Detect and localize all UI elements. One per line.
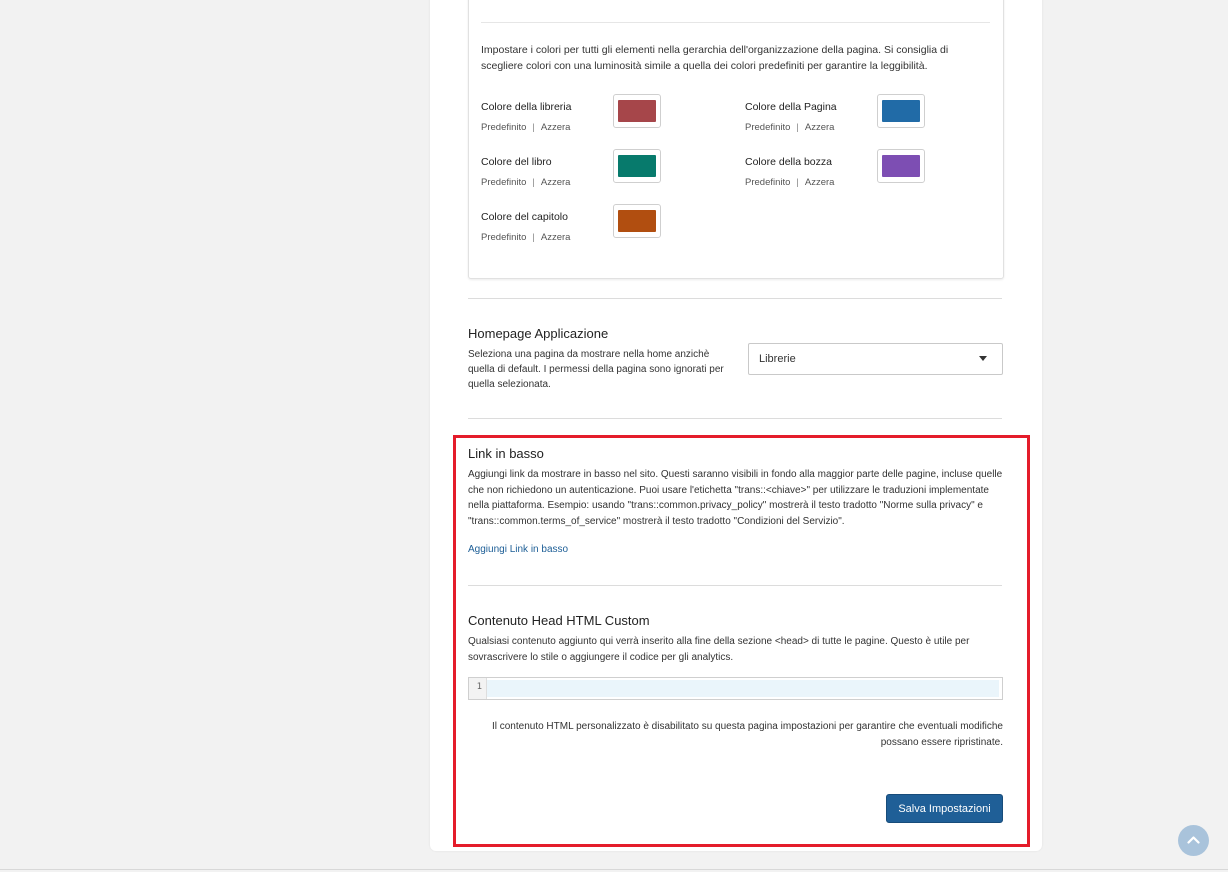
color-swatch [618, 155, 656, 177]
color-label: Colore della Pagina [745, 101, 837, 113]
color-label: Colore della bozza [745, 156, 832, 168]
line-number: 1 [476, 682, 482, 692]
color-picker-chapter[interactable] [613, 204, 661, 238]
footer-links-description: Aggiungi link da mostrare in basso nel s… [468, 469, 1003, 527]
separator: | [532, 232, 535, 243]
color-label: Colore della libreria [481, 101, 572, 113]
custom-head-description: Qualsiasi contenuto aggiunto qui verrà i… [468, 636, 970, 663]
color-swatch [882, 100, 920, 122]
scroll-to-top-button[interactable] [1178, 825, 1209, 856]
footer-links-title: Link in basso [468, 446, 544, 461]
separator: | [796, 122, 799, 133]
panel-divider [481, 22, 990, 23]
chevron-down-icon [979, 356, 987, 361]
color-label: Colore del capitolo [481, 211, 568, 223]
section-divider [468, 585, 1002, 586]
custom-head-code-editor[interactable]: 1 [468, 677, 1003, 700]
custom-head-title: Contenuto Head HTML Custom [468, 613, 650, 628]
color-settings-panel: Impostare i colori per tutti gli element… [468, 0, 1004, 279]
colors-description: Impostare i colori per tutti gli element… [481, 44, 949, 72]
color-swatch [618, 210, 656, 232]
active-code-line[interactable] [487, 680, 999, 697]
section-divider [468, 298, 1002, 299]
reset-color-link[interactable]: Azzera [541, 232, 571, 243]
reset-color-link[interactable]: Azzera [541, 122, 571, 133]
default-color-link[interactable]: Predefinito [481, 177, 526, 188]
default-color-link[interactable]: Predefinito [481, 232, 526, 243]
separator: | [532, 177, 535, 188]
default-color-link[interactable]: Predefinito [481, 122, 526, 133]
save-settings-button[interactable]: Salva Impostazioni [886, 794, 1003, 823]
section-divider [468, 418, 1002, 419]
color-swatch [882, 155, 920, 177]
add-footer-link[interactable]: Aggiungi Link in basso [468, 544, 568, 555]
homepage-select-value: Librerie [759, 353, 796, 365]
reset-color-link[interactable]: Azzera [541, 177, 571, 188]
color-swatch [618, 100, 656, 122]
homepage-description: Seleziona una pagina da mostrare nella h… [468, 349, 724, 390]
color-label: Colore del libro [481, 156, 552, 168]
custom-html-disabled-note: Il contenuto HTML personalizzato è disab… [491, 721, 1003, 748]
separator: | [532, 122, 535, 133]
default-color-link[interactable]: Predefinito [745, 122, 790, 133]
bottom-divider [0, 869, 1228, 870]
reset-color-link[interactable]: Azzera [805, 122, 835, 133]
color-picker-book[interactable] [613, 149, 661, 183]
default-color-link[interactable]: Predefinito [745, 177, 790, 188]
homepage-title: Homepage Applicazione [468, 326, 609, 341]
color-picker-draft[interactable] [877, 149, 925, 183]
color-picker-library[interactable] [613, 94, 661, 128]
line-gutter: 1 [469, 678, 487, 699]
separator: | [796, 177, 799, 188]
homepage-select[interactable]: Librerie [748, 343, 1003, 375]
chevron-up-icon [1187, 836, 1200, 844]
reset-color-link[interactable]: Azzera [805, 177, 835, 188]
color-picker-page[interactable] [877, 94, 925, 128]
